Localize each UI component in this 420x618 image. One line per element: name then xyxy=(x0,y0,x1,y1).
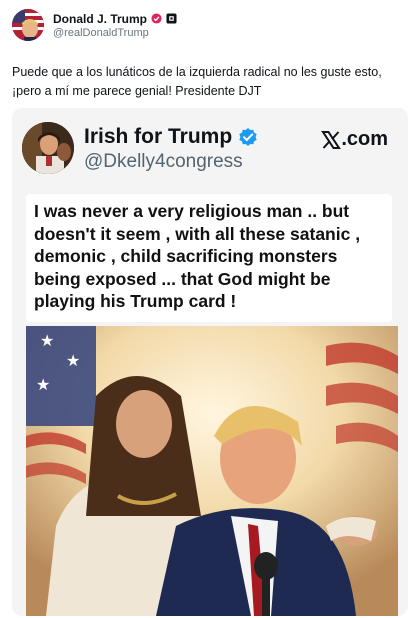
x-com-watermark: .com xyxy=(321,128,388,151)
verified-checkmark-icon xyxy=(239,128,257,146)
verified-badge-icon xyxy=(151,13,162,24)
post-text: Puede que a los lunáticos de la izquierd… xyxy=(12,65,382,98)
x-logo-icon xyxy=(321,130,342,149)
author-handle[interactable]: @realDonaldTrump xyxy=(53,27,177,39)
author-name[interactable]: Donald J. Trump xyxy=(53,12,147,26)
quote-box: I was never a very religious man .. but … xyxy=(26,194,392,322)
author-avatar[interactable] xyxy=(12,9,44,41)
embed-handle: @Dkelly4congress xyxy=(84,151,243,172)
x-com-label: .com xyxy=(341,128,388,150)
embed-name: Irish for Trump xyxy=(84,125,233,148)
embed-header: Irish for Trump @Dkelly4congress .com xyxy=(22,122,398,174)
quote-text: I was never a very religious man .. but … xyxy=(34,201,361,311)
svg-text:★: ★ xyxy=(36,375,50,394)
affiliate-square-icon xyxy=(166,13,177,24)
embed-illustration: ★ ★ ★ xyxy=(26,326,398,616)
embedded-media[interactable]: Irish for Trump @Dkelly4congress .com I … xyxy=(12,108,408,616)
post-header: Donald J. Trump @realDonaldTrump xyxy=(12,8,177,42)
embed-avatar xyxy=(22,122,74,174)
svg-text:★: ★ xyxy=(40,331,54,350)
svg-text:★: ★ xyxy=(66,351,80,370)
